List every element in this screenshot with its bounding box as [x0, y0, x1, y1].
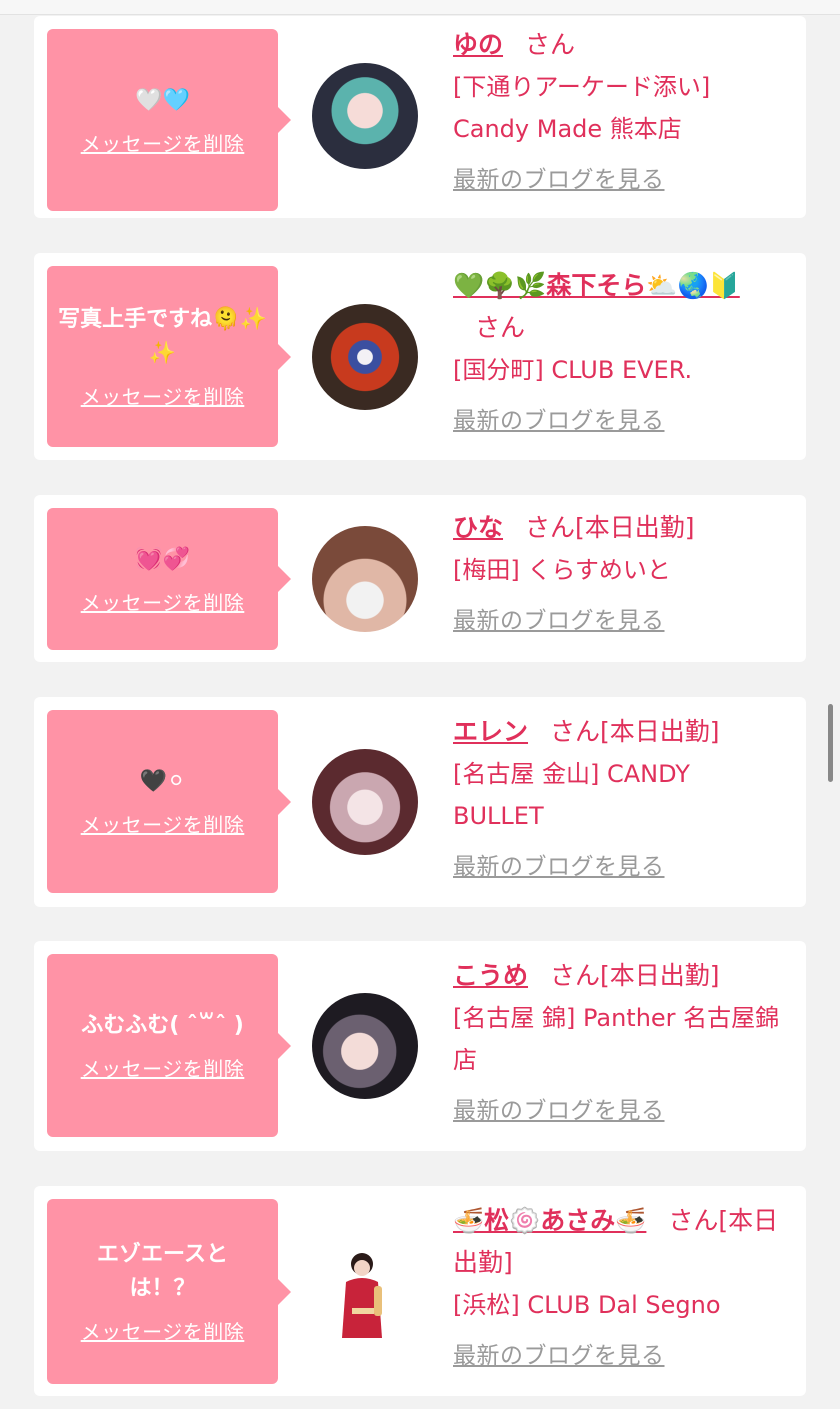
cast-info: 💚🌳🌿森下そら⛅🌏🔰 さん [国分町] CLUB EVER. 最新のブログを見る [453, 265, 792, 435]
delete-message-link[interactable]: メッセージを削除 [81, 381, 245, 410]
honorific: さん [550, 961, 601, 990]
cast-name-link[interactable]: ゆの [453, 30, 503, 59]
message-bubble: エゾエースとは！？ メッセージを削除 [47, 1199, 291, 1384]
today-badge: [本日出勤] [575, 513, 695, 542]
message-text: 写真上手ですね🫠✨✨ [58, 307, 267, 366]
shop-name: [梅田] くらすめいと [453, 556, 671, 584]
avatar[interactable] [312, 304, 418, 410]
avatar[interactable] [312, 526, 418, 632]
latest-blog-link[interactable]: 最新のブログを見る [453, 847, 665, 881]
cast-info: 🍜松🍥あさみ🍜 さん[本日出勤] [浜松] CLUB Dal Segno 最新のブ… [453, 1200, 792, 1370]
honorific: さん [550, 717, 601, 746]
cast-name-link[interactable]: ひな [453, 513, 503, 542]
latest-blog-link[interactable]: 最新のブログを見る [453, 160, 665, 194]
cast-info: ひな さん[本日出勤] [梅田] くらすめいと 最新のブログを見る [453, 507, 792, 635]
scrollbar[interactable] [828, 704, 833, 782]
top-divider [0, 14, 840, 15]
message-text: 💓💞 [135, 546, 190, 572]
delete-message-link[interactable]: メッセージを削除 [81, 1053, 245, 1082]
message-card: 🤍🩵 メッセージを削除 ゆの さん [下通りアーケード添い] Candy Made… [34, 16, 806, 218]
cast-name-link[interactable]: 🍜松🍥あさみ🍜 [453, 1206, 646, 1235]
message-card: 写真上手ですね🫠✨✨ メッセージを削除 💚🌳🌿森下そら⛅🌏🔰 さん [国分町] C… [34, 253, 806, 460]
latest-blog-link[interactable]: 最新のブログを見る [453, 601, 665, 635]
message-text: 🤍🩵 [135, 87, 190, 113]
message-card: 🖤⚪ メッセージを削除 エレン さん[本日出勤] [名古屋 金山] CANDY B… [34, 697, 806, 907]
cast-name-link[interactable]: エレン [453, 717, 528, 746]
message-bubble: ふむふむ( ˆ꒳ˆ ) メッセージを削除 [47, 954, 291, 1137]
shop-name: [名古屋 金山] CANDY BULLET [453, 760, 690, 830]
cast-info: エレン さん[本日出勤] [名古屋 金山] CANDY BULLET 最新のブログ… [453, 711, 792, 881]
today-badge: [本日出勤] [600, 717, 720, 746]
delete-message-link[interactable]: メッセージを削除 [81, 587, 245, 616]
latest-blog-link[interactable]: 最新のブログを見る [453, 1336, 665, 1370]
message-bubble: 写真上手ですね🫠✨✨ メッセージを削除 [47, 266, 291, 447]
message-card: ふむふむ( ˆ꒳ˆ ) メッセージを削除 こうめ さん[本日出勤] [名古屋 錦]… [34, 941, 806, 1151]
message-text: 🖤⚪ [139, 769, 186, 794]
shop-name: [国分町] CLUB EVER. [453, 356, 693, 384]
avatar[interactable] [312, 1238, 418, 1344]
message-bubble: 💓💞 メッセージを削除 [47, 508, 291, 650]
honorific: さん [525, 30, 576, 59]
shop-name: [名古屋 錦] Panther 名古屋錦店 [453, 1004, 780, 1074]
honorific: さん [525, 513, 576, 542]
delete-message-link[interactable]: メッセージを削除 [81, 809, 245, 838]
latest-blog-link[interactable]: 最新のブログを見る [453, 1091, 665, 1125]
avatar[interactable] [312, 63, 418, 169]
honorific: さん [475, 313, 526, 342]
cast-info: こうめ さん[本日出勤] [名古屋 錦] Panther 名古屋錦店 最新のブログ… [453, 955, 792, 1125]
message-card: 💓💞 メッセージを削除 ひな さん[本日出勤] [梅田] くらすめいと 最新のブロ… [34, 495, 806, 662]
shop-name: [浜松] CLUB Dal Segno [453, 1291, 721, 1319]
kimono-figure-icon [342, 1253, 382, 1338]
honorific: さん [668, 1206, 719, 1235]
message-bubble: 🖤⚪ メッセージを削除 [47, 710, 291, 893]
message-card: エゾエースとは！？ メッセージを削除 🍜松🍥あさみ🍜 さん[本日出勤] [浜松] … [34, 1186, 806, 1396]
delete-message-link[interactable]: メッセージを削除 [81, 128, 245, 157]
avatar[interactable] [312, 749, 418, 855]
message-text: エゾエースとは！？ [97, 1242, 228, 1301]
message-text: ふむふむ( ˆ꒳ˆ ) [81, 1013, 244, 1038]
top-bar [0, 0, 840, 14]
delete-message-link[interactable]: メッセージを削除 [81, 1316, 245, 1345]
avatar[interactable] [312, 993, 418, 1099]
message-bubble: 🤍🩵 メッセージを削除 [47, 29, 291, 211]
latest-blog-link[interactable]: 最新のブログを見る [453, 401, 665, 435]
cast-info: ゆの さん [下通りアーケード添い] Candy Made 熊本店 最新のブログを… [453, 24, 792, 194]
today-badge: [本日出勤] [600, 961, 720, 990]
cast-name-link[interactable]: 💚🌳🌿森下そら⛅🌏🔰 [453, 271, 740, 300]
cast-name-link[interactable]: こうめ [453, 961, 528, 990]
shop-name: [下通りアーケード添い] Candy Made 熊本店 [453, 73, 711, 143]
